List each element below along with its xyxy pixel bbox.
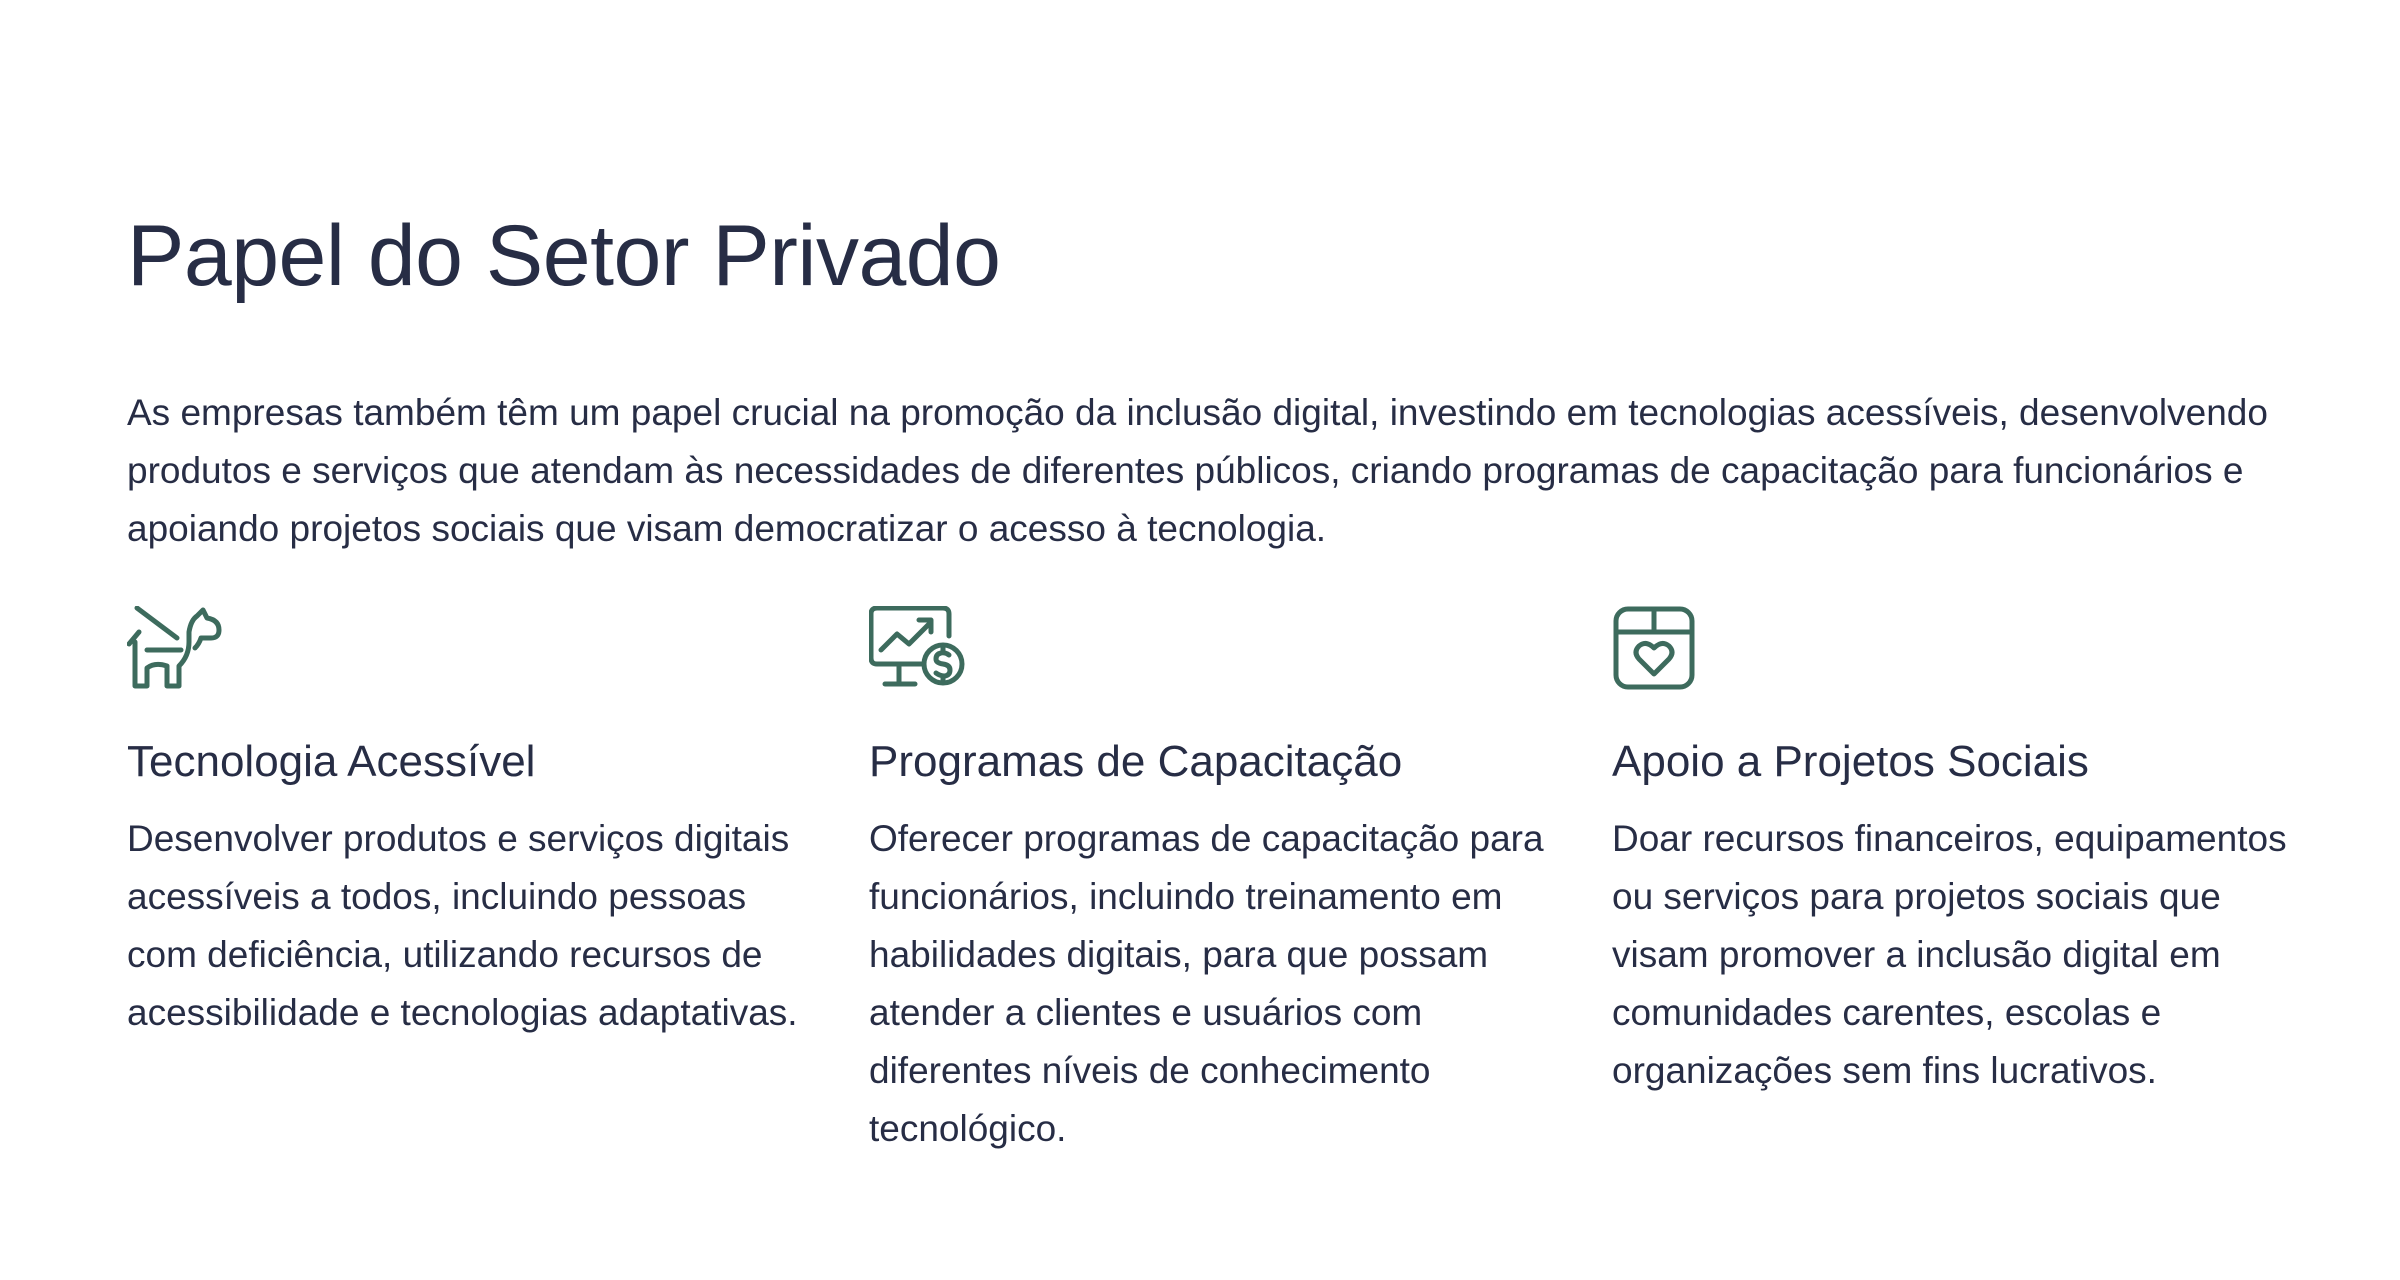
feature-title: Apoio a Projetos Sociais <box>1612 737 2089 786</box>
feature-accessible-technology: Tecnologia Acessível Desenvolver produto… <box>127 606 807 1033</box>
feature-description: Doar recursos financeiros, equipamentos … <box>1612 818 2287 1091</box>
page-title: Papel do Setor Privado <box>127 208 1001 304</box>
feature-training-programs: Programas de Capacitação Oferecer progra… <box>869 606 1549 1149</box>
feature-description: Oferecer programas de capacitação para f… <box>869 818 1544 1149</box>
intro-paragraph: As empresas também têm um papel crucial … <box>127 392 2268 549</box>
feature-social-projects: Apoio a Projetos Sociais Doar recursos f… <box>1612 606 2292 1091</box>
monitor-chart-dollar-icon <box>869 606 965 692</box>
slide: Papel do Setor Privado As empresas també… <box>0 0 2400 1280</box>
feature-title: Programas de Capacitação <box>869 737 1403 786</box>
feature-title: Tecnologia Acessível <box>127 737 536 786</box>
feature-description: Desenvolver produtos e serviços digitais… <box>127 818 798 1033</box>
box-heart-icon <box>1612 606 1708 692</box>
guide-dog-icon <box>127 606 223 692</box>
